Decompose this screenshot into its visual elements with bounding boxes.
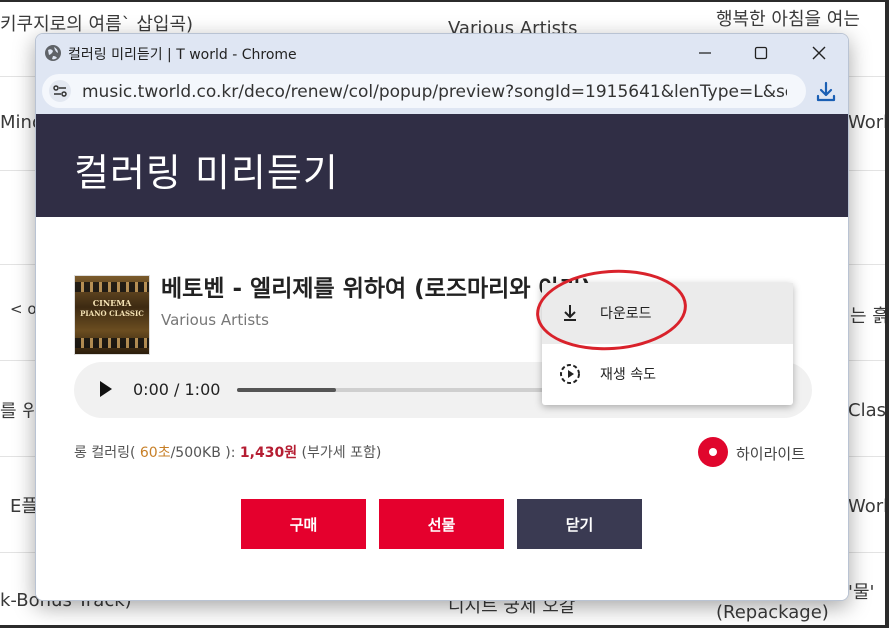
maximize-button[interactable] <box>738 38 784 68</box>
film-strip-decoration <box>75 282 149 292</box>
playback-time: 0:00 / 1:00 <box>133 380 221 399</box>
globe-icon <box>45 45 61 61</box>
window-titlebar[interactable]: 컬러링 미리듣기 | T world - Chrome <box>36 34 848 72</box>
bg-row-5-album: Work <box>848 496 889 517</box>
close-button[interactable]: 닫기 <box>517 499 642 549</box>
bg-row-6-album: (Repackage) <box>716 602 829 623</box>
album-art-text-1: CINEMA <box>92 298 132 308</box>
minimize-button[interactable] <box>682 38 728 68</box>
bg-row-6-extra: '물' <box>848 582 875 603</box>
menu-item-playback-speed[interactable]: 재생 속도 <box>542 344 793 405</box>
bg-row-5-title: E플 <box>10 496 38 517</box>
highlight-icon <box>698 437 728 467</box>
background-frame-top <box>0 0 889 2</box>
url-field[interactable]: music.tworld.co.kr/deco/renew/col/popup/… <box>42 74 806 108</box>
background-frame-right <box>885 0 889 628</box>
maximize-icon <box>754 46 768 60</box>
window-title: 컬러링 미리듣기 | T world - Chrome <box>68 47 297 63</box>
close-icon <box>812 46 826 60</box>
close-window-button[interactable] <box>796 38 842 68</box>
song-title: 베토벤 - 엘리제를 위하여 (로즈마리와 아기) <box>161 276 592 302</box>
address-bar: music.tworld.co.kr/deco/renew/col/popup/… <box>36 72 848 114</box>
download-icon[interactable] <box>812 78 840 106</box>
progress-track[interactable] <box>237 388 567 392</box>
bg-row-3-album: 는 흙 <box>850 306 889 327</box>
menu-item-label: 재생 속도 <box>600 367 656 383</box>
bg-row-4-album: Clas <box>848 400 886 421</box>
info-price: 1,430원 <box>239 445 298 461</box>
popup-header: 컬러링 미리듣기 <box>36 114 848 217</box>
song-artist: Various Artists <box>161 311 269 329</box>
minimize-icon <box>699 52 711 54</box>
gift-button[interactable]: 선물 <box>379 499 504 549</box>
info-suffix: (부가세 포함) <box>297 445 382 461</box>
album-art: CINEMA PIANO CLASSIC <box>74 275 150 355</box>
site-info-icon[interactable] <box>49 80 71 102</box>
bg-row-4-title: 를 위 <box>0 401 39 422</box>
bg-row-2-album: Work <box>848 112 889 133</box>
info-seconds: 60초 <box>139 445 171 461</box>
progress-fill <box>237 388 336 392</box>
playback-speed-icon <box>560 364 580 384</box>
info-size: /500KB ): <box>170 445 240 461</box>
album-art-text-2: PIANO CLASSIC <box>80 309 144 318</box>
film-strip-decoration <box>75 338 149 348</box>
info-prefix: 롱 컬러링( <box>74 445 136 461</box>
play-icon[interactable] <box>100 381 112 397</box>
highlight-dot <box>709 448 717 456</box>
bg-row-3-title: < o <box>10 300 37 318</box>
buy-button[interactable]: 구매 <box>241 499 366 549</box>
coloring-info: 롱 컬러링( 60초/500KB ): 1,430원 (부가세 포함) <box>74 442 381 462</box>
url-text: music.tworld.co.kr/deco/renew/col/popup/… <box>82 82 787 102</box>
bg-row-1-album: 행복한 아침을 여는 <box>716 9 860 30</box>
highlight-label: 하이라이트 <box>736 445 806 463</box>
page-title: 컬러링 미리듣기 <box>74 151 339 195</box>
